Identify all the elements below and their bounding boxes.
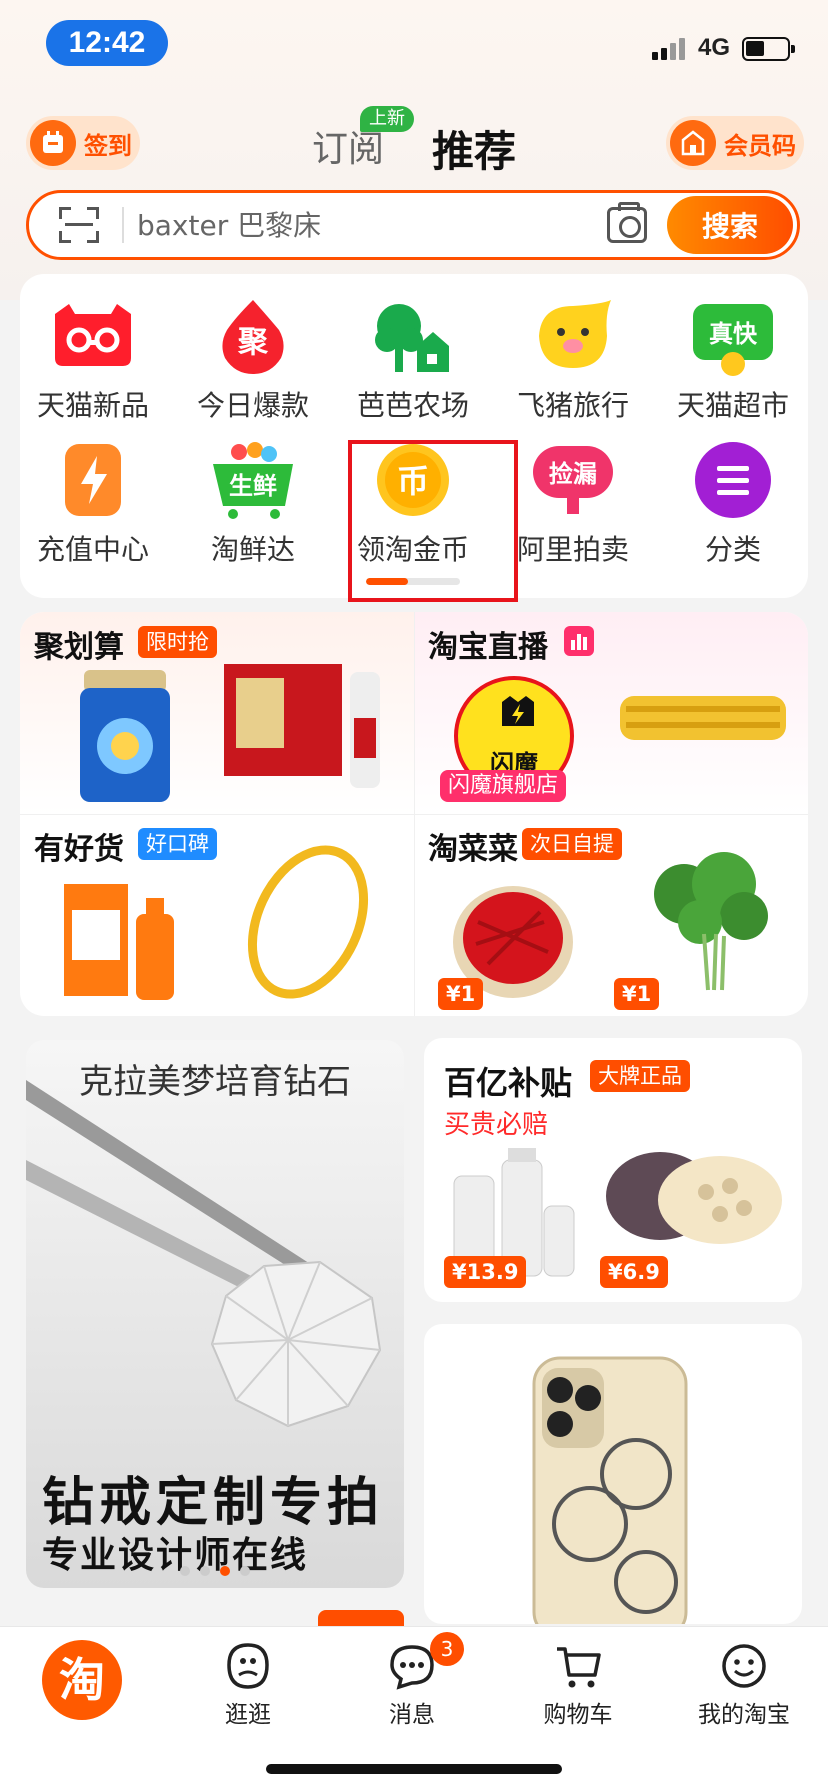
svg-text:聚: 聚: [237, 325, 269, 360]
category-label: 淘鲜达: [210, 533, 295, 566]
search-divider: [122, 207, 124, 243]
price-tag: ¥1: [614, 978, 660, 1010]
category-label: 阿里拍卖: [516, 533, 629, 566]
message-count-badge: 3: [430, 1632, 464, 1666]
member-code-label: 会员码: [724, 131, 796, 160]
lotus-root-image: [606, 1152, 782, 1244]
gold-bangle-image: [247, 845, 369, 999]
milk-can-image: [80, 670, 170, 802]
tab-recommend[interactable]: 推荐: [432, 118, 516, 179]
feed-subtitle: 买贵必赔: [444, 1110, 549, 1140]
category-fliggy[interactable]: 飞猪旅行: [498, 296, 648, 424]
feed-subline: 专业设计师在线: [42, 1535, 309, 1576]
promo-juhuasuan[interactable]: 聚划算 限时抢: [20, 612, 414, 814]
sign-in-button[interactable]: 签到: [26, 116, 140, 170]
category-ali-auction[interactable]: 捡漏 阿里拍卖: [498, 440, 648, 568]
svg-text:真快: 真快: [709, 320, 758, 348]
category-label: 今日爆款: [196, 389, 309, 422]
tmall-supermarket-icon: 真快: [689, 296, 777, 378]
promo-title: 有好货: [34, 832, 124, 867]
category-tmall-supermarket[interactable]: 真快 天猫超市: [658, 296, 808, 424]
scan-icon[interactable]: [59, 207, 99, 243]
search-button[interactable]: 搜索: [667, 196, 793, 254]
promo-tag: 好口碑: [138, 828, 217, 860]
menu-icon: [689, 440, 777, 522]
battery-icon: [742, 37, 795, 61]
category-hot-today[interactable]: 聚 今日爆款: [178, 296, 328, 424]
home-indicator: [266, 1764, 562, 1774]
category-label: 天猫超市: [676, 389, 789, 422]
network-type: 4G: [698, 34, 731, 61]
baijiu-box-image: [64, 884, 174, 1000]
promo-youhaohuo[interactable]: 有好货 好口碑: [20, 814, 414, 1016]
search-bar: 搜索: [26, 190, 800, 260]
category-label: 飞猪旅行: [516, 389, 629, 422]
promo-taocaicai[interactable]: 淘菜菜 次日自提 ¥1 ¥1: [414, 814, 808, 1016]
tab-label: 我的淘宝: [698, 1702, 790, 1728]
search-input[interactable]: [137, 201, 517, 249]
tab-my-taobao[interactable]: 我的淘宝: [674, 1641, 814, 1729]
member-code-button[interactable]: 会员码: [666, 116, 804, 170]
promo-taobao-live[interactable]: 淘宝直播 闪魔 闪魔旗舰店: [414, 612, 808, 814]
category-classify[interactable]: 分类: [658, 440, 808, 568]
category-label: 天猫新品: [36, 389, 149, 422]
category-label: 分类: [704, 533, 761, 566]
phone-case-image: [532, 1356, 688, 1624]
browse-face-icon: [223, 1641, 273, 1691]
gold-bracelet-image: [620, 696, 786, 740]
feed-headline: 钻戒定制专拍: [42, 1473, 385, 1533]
flame-ju-icon: 聚: [209, 296, 297, 378]
promo-title: 聚划算: [34, 630, 124, 665]
feed-tag: 大牌正品: [590, 1060, 690, 1092]
tab-cart[interactable]: 购物车: [508, 1641, 648, 1729]
liquor-box-image: [224, 664, 380, 788]
tmall-cat-icon: [49, 296, 137, 378]
tab-label: 消息: [389, 1702, 435, 1728]
category-baba-farm[interactable]: 芭芭农场: [338, 296, 488, 424]
svg-text:生鲜: 生鲜: [229, 472, 277, 500]
coin-progress-fill: [366, 578, 409, 585]
promo-title: 淘宝直播: [428, 630, 548, 665]
sign-in-label: 签到: [84, 131, 132, 160]
feed-card-diamond[interactable]: 克拉美梦培育钻石 钻戒定制专拍 专业设计师在线: [26, 1040, 404, 1588]
fliggy-pig-icon: [529, 296, 617, 378]
price-tag: ¥6.9: [600, 1256, 668, 1288]
farm-tree-icon: [369, 296, 457, 378]
status-time: 12:42: [46, 20, 168, 66]
tab-guangguang[interactable]: 逛逛: [178, 1641, 318, 1729]
promo-tag: 限时抢: [138, 626, 217, 658]
store-icon: [670, 120, 716, 166]
promo-tag: 次日自提: [522, 828, 622, 860]
new-badge: 上新: [360, 106, 414, 132]
tab-label: 购物车: [543, 1702, 613, 1728]
lightning-icon: [49, 440, 137, 522]
category-label: 充值中心: [36, 533, 149, 566]
coin-progress-bar: [366, 578, 460, 585]
price-tag: ¥13.9: [444, 1256, 527, 1288]
smile-icon: [719, 1641, 769, 1691]
camera-icon[interactable]: [607, 202, 647, 243]
live-bars-icon: [564, 626, 594, 656]
category-taoxianda[interactable]: 生鲜 淘鲜达: [178, 440, 328, 568]
cilantro-image: [654, 852, 768, 991]
feed-card-subsidy[interactable]: 百亿补贴 大牌正品 买贵必赔 ¥13.9 ¥6.9: [424, 1038, 802, 1302]
feed-title: 百亿补贴: [444, 1064, 573, 1102]
fresh-cart-icon: 生鲜: [209, 440, 297, 522]
category-label: 芭芭农场: [356, 389, 469, 422]
promo-grid: 聚划算 限时抢 淘宝直播 闪魔 闪魔旗舰店 有好货 好口碑 淘菜菜 次日自提 ¥…: [20, 612, 808, 1016]
shop-name-label: 闪魔旗舰店: [440, 770, 567, 802]
auction-icon: 捡漏: [529, 440, 617, 522]
category-recharge[interactable]: 充值中心: [18, 440, 168, 568]
price-tag: ¥1: [438, 978, 484, 1010]
feed-card-phone-case[interactable]: [424, 1324, 802, 1624]
sign-in-icon: [30, 120, 76, 166]
cart-icon: [553, 1641, 603, 1691]
taobao-home-logo[interactable]: 淘: [42, 1640, 122, 1720]
promo-title: 淘菜菜: [428, 832, 518, 867]
tab-label: 逛逛: [225, 1702, 271, 1728]
carousel-dots: [180, 1566, 250, 1576]
category-tmall-new[interactable]: 天猫新品: [18, 296, 168, 424]
signal-icon: [652, 38, 688, 60]
svg-text:捡漏: 捡漏: [549, 460, 597, 488]
